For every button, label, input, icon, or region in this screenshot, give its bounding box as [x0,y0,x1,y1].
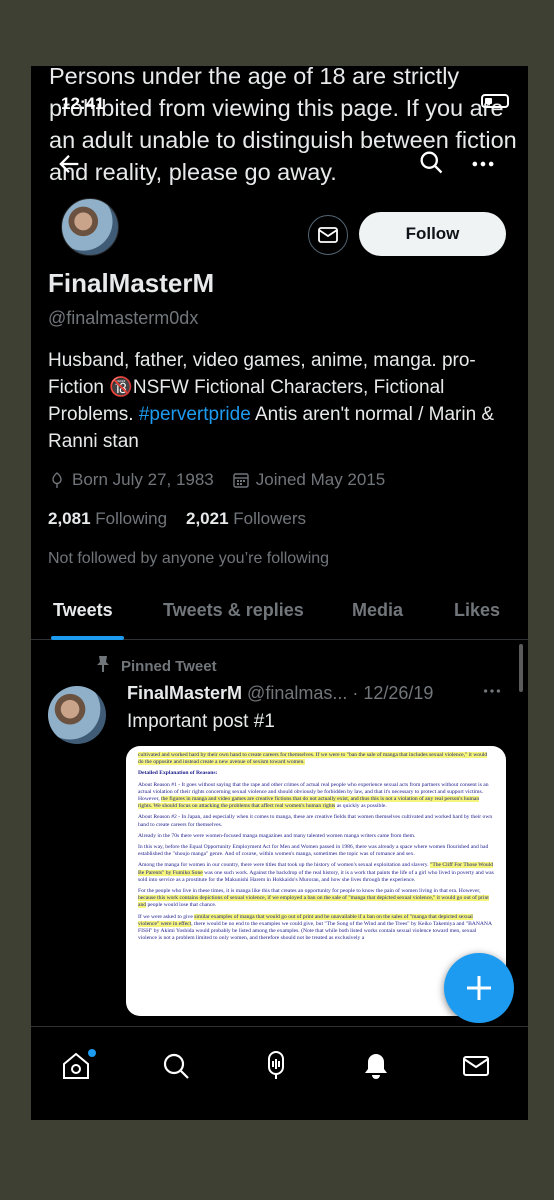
notifications-icon[interactable] [359,1049,393,1083]
doc-text: If we were asked to give [138,913,195,920]
pinned-text: Pinned Tweet [121,657,217,675]
screenshot-frame: Persons under the age of 18 are strictly… [0,0,554,1200]
active-tab-indicator [51,636,124,640]
joined-date: Joined May 2015 [255,470,386,489]
tab-media[interactable]: Media [352,600,403,621]
tweet-handle: @finalmas... [247,683,348,703]
doc-paragraph: If we were asked to give similar example… [138,913,494,943]
notification-dot [88,1049,96,1057]
doc-heading: Detailed Explanation of Reasons: [138,770,218,777]
display-name: FinalMasterM [48,268,215,298]
doc-text: , there would be no end to the examples … [138,920,492,942]
doc-highlight: the figures in manga and video games are… [138,796,480,810]
tweet-header: FinalMasterM @finalmas... · 12/26/19 [127,683,527,704]
profile-tabs: Tweets Tweets & replies Media Likes [31,586,528,640]
doc-text: as quickly as possible. [335,803,387,810]
status-time: 12:41 [61,94,105,113]
pin-icon [95,655,111,677]
doc-text: people would lose that chance. [146,902,217,909]
born-date: Born July 27, 1983 [72,470,214,489]
doc-paragraph: Already in the 70s there were women-focu… [138,832,416,839]
following-link[interactable]: 2,081 Following [48,509,167,528]
explore-icon[interactable] [159,1049,193,1083]
tweet-author[interactable]: FinalMasterM [127,683,242,703]
age-warning-overlay: Persons under the age of 18 are strictly… [49,66,517,185]
followers-count: 2,021 [186,509,229,528]
doc-paragraph: About Reason #1 - It goes without saying… [138,782,494,811]
profile-handle: @finalmasterm0dx [48,308,199,328]
followers-label: Followers [233,509,307,528]
bio-hashtag-link[interactable]: #pervertpride [139,404,251,425]
followers-link[interactable]: 2,021 Followers [186,509,306,528]
message-button[interactable] [308,215,348,255]
doc-paragraph: About Reason #2 - In Japan, and especial… [138,814,493,828]
doc-paragraph: For the people who live in these times, … [138,888,494,910]
calendar-icon [232,471,250,489]
following-label: Following [95,509,168,528]
profile-meta: Born July 27, 1983 Joined May 2015 [48,470,385,490]
follow-button[interactable]: Follow [359,212,506,256]
tweet-avatar[interactable] [48,686,106,744]
more-icon[interactable] [469,150,499,180]
follow-counts: 2,081 Following 2,021 Followers [48,509,306,529]
birthday-icon [48,471,66,489]
doc-text: Among the manga for women in our country… [138,862,431,869]
tweet-more-icon[interactable] [481,680,503,707]
following-count: 2,081 [48,509,91,528]
pinned-label: Pinned Tweet [95,655,217,677]
profile-avatar[interactable] [61,198,119,256]
tab-likes[interactable]: Likes [454,600,500,621]
bottom-nav [31,1026,528,1120]
doc-text: For the people who live in these times, … [138,888,481,895]
profile-bio: Husband, father, video games, anime, man… [48,347,518,455]
doc-text: cultivated and worked hard by their own … [138,752,488,766]
tab-tweets-replies[interactable]: Tweets & replies [163,600,304,621]
search-icon[interactable] [417,148,447,178]
battery-icon [481,94,509,108]
compose-plus-icon [467,976,491,1000]
doc-paragraph: cultivated and worked hard by their own … [138,752,494,766]
doc-paragraph: Among the manga for women in our country… [138,862,494,884]
mail-icon [318,227,338,243]
tweet-date: · 12/26/19 [352,683,434,703]
compose-button[interactable] [444,953,514,1023]
scrollbar[interactable] [519,644,523,692]
tweet-text: Important post #1 [127,711,275,732]
phone-screen: Persons under the age of 18 are strictly… [31,66,528,1120]
doc-paragraph: In this way, before the Equal Opportunit… [138,844,489,858]
messages-icon[interactable] [459,1049,493,1083]
tab-tweets[interactable]: Tweets [53,600,113,621]
spaces-icon[interactable] [259,1049,293,1083]
back-arrow-icon[interactable] [55,150,87,182]
not-followed-note: Not followed by anyone you’re following [48,550,330,567]
